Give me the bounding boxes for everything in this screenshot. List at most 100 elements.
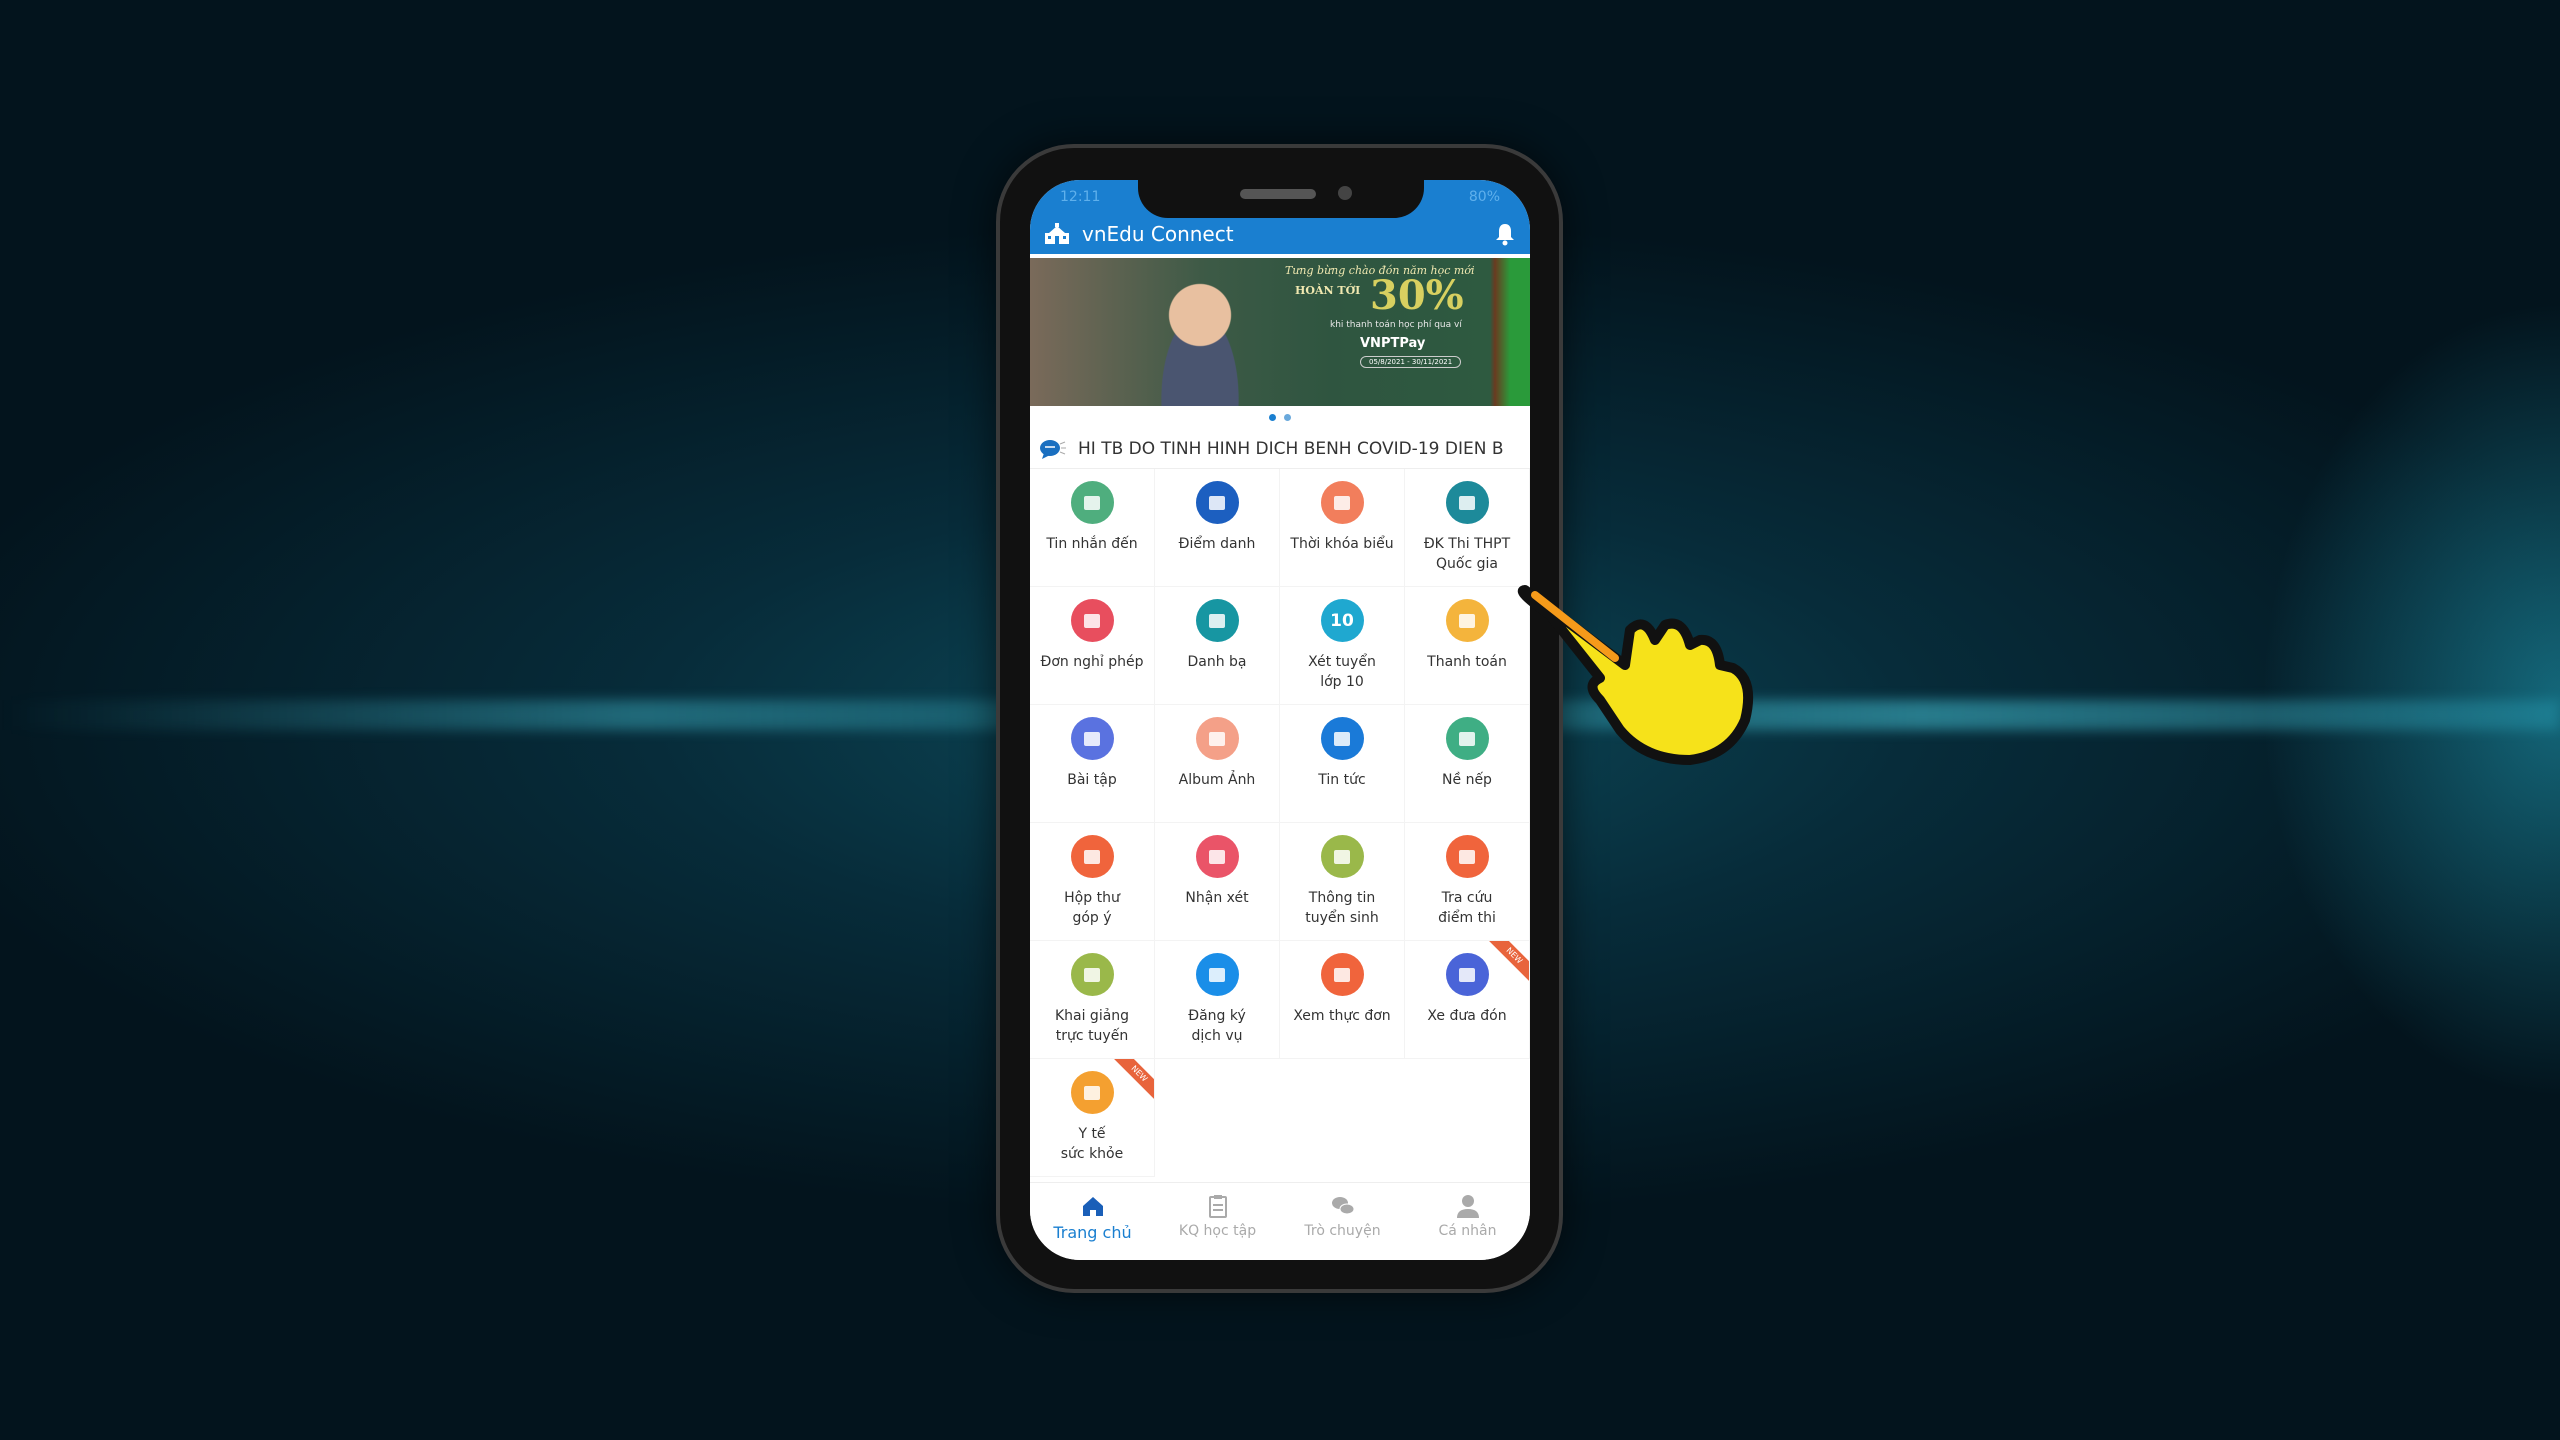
user-icon: [1456, 1195, 1479, 1218]
bell-icon[interactable]: [1494, 222, 1516, 246]
chat-icon: [1331, 1197, 1354, 1215]
feature-news[interactable]: Tin tức: [1280, 705, 1405, 823]
speech-bubble-icon: [1040, 439, 1066, 459]
feature-label: Tin nhắn đến: [1046, 536, 1138, 552]
banner-offer-label: HOÀN TỚI: [1295, 284, 1361, 297]
bottom-navigation: Trang chủ KQ học tập Trò chuyện Cá nhân: [1030, 1182, 1530, 1260]
nav-tab-chat[interactable]: Trò chuyện: [1280, 1183, 1405, 1260]
card-icon-glyph: [1459, 613, 1475, 628]
feature-grid: Tin nhắn đến Điểm danh Thời khóa biểu ĐK Th…: [1030, 469, 1530, 1177]
home-icon: [1082, 1197, 1103, 1216]
alarm-clock-icon-glyph: [1209, 495, 1225, 510]
background-glow-right: [2260, 300, 2560, 1100]
phone-speaker: [1240, 189, 1316, 199]
new-badge: NEW: [1109, 1059, 1154, 1104]
person-icon: [1070, 599, 1114, 642]
feature-label: Album Ảnh: [1178, 772, 1256, 788]
message-icon: [1070, 481, 1114, 524]
monitor-icon-glyph: [1084, 967, 1100, 982]
ten-icon: 10: [1320, 599, 1364, 642]
feature-label: Xem thực đơn: [1293, 1008, 1391, 1024]
service-icon: [1195, 953, 1239, 996]
feature-label: Tra cứu điểm thi: [1438, 890, 1496, 926]
contacts-icon-glyph: [1209, 613, 1225, 628]
score-icon: [1445, 835, 1489, 878]
comment-icon: [1195, 835, 1239, 878]
image-icon: [1195, 717, 1239, 760]
nav-tab-label: Cá nhân: [1438, 1223, 1497, 1239]
calendar-icon-glyph: [1334, 495, 1350, 510]
phone-camera: [1338, 186, 1352, 200]
grid-icon: [1070, 717, 1114, 760]
bus-icon-glyph: [1459, 967, 1475, 982]
feature-comment[interactable]: Nhận xét: [1155, 823, 1280, 941]
nav-tab-user[interactable]: Cá nhân: [1405, 1183, 1530, 1260]
feature-calendar[interactable]: Thời khóa biểu: [1280, 469, 1405, 587]
pointing-hand-cursor-icon: [1517, 585, 1753, 765]
bus-icon: [1445, 953, 1489, 996]
banner-percent: 30%: [1370, 272, 1464, 319]
menu-icon: [1320, 953, 1364, 996]
nav-tab-label: Trang chủ: [1053, 1223, 1132, 1242]
feature-label: Tin tức: [1318, 772, 1366, 788]
announcement-text: HI TB DO TINH HINH DICH BENH COVID-19 DI…: [1078, 438, 1504, 459]
feature-label: Xe đưa đón: [1427, 1008, 1507, 1024]
promo-banner[interactable]: Tưng bừng chào đón năm học mới HOÀN TỚI …: [1030, 258, 1530, 406]
mailbox-icon: [1070, 835, 1114, 878]
app-header: vnEdu Connect: [1030, 214, 1530, 254]
score-icon-glyph: [1459, 849, 1475, 864]
status-battery: 80%: [1468, 189, 1500, 205]
feature-label: Đăng ký dịch vụ: [1188, 1008, 1246, 1044]
person-icon-glyph: [1084, 613, 1100, 628]
service-icon-glyph: [1209, 967, 1225, 982]
nav-tab-clipboard[interactable]: KQ học tập: [1155, 1183, 1280, 1260]
carousel-dot[interactable]: [1269, 414, 1276, 421]
feature-monitor[interactable]: Khai giảng trực tuyến: [1030, 941, 1155, 1059]
feature-health[interactable]: Y tế sức khỏe NEW: [1030, 1059, 1155, 1177]
feature-person[interactable]: Đơn nghỉ phép: [1030, 587, 1155, 705]
feature-image[interactable]: Album Ảnh: [1155, 705, 1280, 823]
news-icon: [1320, 717, 1364, 760]
health-icon-glyph: [1084, 1085, 1100, 1100]
feature-label: Bài tập: [1067, 772, 1117, 788]
backpack-icon: [1320, 835, 1364, 878]
image-icon-glyph: [1209, 731, 1225, 746]
new-badge: NEW: [1484, 941, 1529, 986]
card-icon: [1445, 599, 1489, 642]
news-icon-glyph: [1334, 731, 1350, 746]
feature-contacts[interactable]: Danh bạ: [1155, 587, 1280, 705]
feature-message[interactable]: Tin nhắn đến: [1030, 469, 1155, 587]
banner-child-image: [1140, 266, 1260, 406]
feature-mailbox[interactable]: Hộp thư góp ý: [1030, 823, 1155, 941]
contacts-icon: [1195, 599, 1239, 642]
banner-brand: VNPTPay: [1360, 336, 1426, 351]
feature-label: Khai giảng trực tuyến: [1054, 1008, 1130, 1044]
feature-service[interactable]: Đăng ký dịch vụ: [1155, 941, 1280, 1059]
feature-alarm-clock[interactable]: Điểm danh: [1155, 469, 1280, 587]
feature-score[interactable]: Tra cứu điểm thi: [1405, 823, 1530, 941]
school-logo-icon: [1045, 223, 1069, 244]
school-icon-glyph: [1459, 495, 1475, 510]
feature-label: Hộp thư góp ý: [1064, 890, 1120, 926]
feature-ten[interactable]: 10 Xét tuyển lớp 10: [1280, 587, 1405, 705]
grid-icon-glyph: [1084, 731, 1100, 746]
checklist-icon: [1445, 717, 1489, 760]
nav-tab-home[interactable]: Trang chủ: [1030, 1183, 1155, 1260]
announcement-marquee[interactable]: HI TB DO TINH HINH DICH BENH COVID-19 DI…: [1030, 429, 1530, 469]
school-icon: [1445, 481, 1489, 524]
carousel-dot[interactable]: [1284, 414, 1291, 421]
feature-label: Điểm danh: [1178, 536, 1256, 552]
feature-menu[interactable]: Xem thực đơn: [1280, 941, 1405, 1059]
message-icon-glyph: [1084, 495, 1100, 510]
feature-bus[interactable]: Xe đưa đón NEW: [1405, 941, 1530, 1059]
feature-backpack[interactable]: Thông tin tuyển sinh: [1280, 823, 1405, 941]
feature-label: Y tế sức khỏe: [1060, 1126, 1124, 1162]
banner-dates: 05/8/2021 - 30/11/2021: [1360, 356, 1462, 368]
app-screen: 12:11 80% vnEdu Connect Tưng bừng chào đ…: [1030, 180, 1530, 1260]
feature-label: Nề nếp: [1442, 772, 1492, 788]
menu-icon-glyph: [1334, 967, 1350, 982]
feature-label: Xét tuyển lớp 10: [1308, 654, 1376, 690]
feature-grid[interactable]: Bài tập: [1030, 705, 1155, 823]
nav-tab-label: KQ học tập: [1178, 1223, 1257, 1239]
nav-tab-label: Trò chuyện: [1304, 1223, 1381, 1239]
